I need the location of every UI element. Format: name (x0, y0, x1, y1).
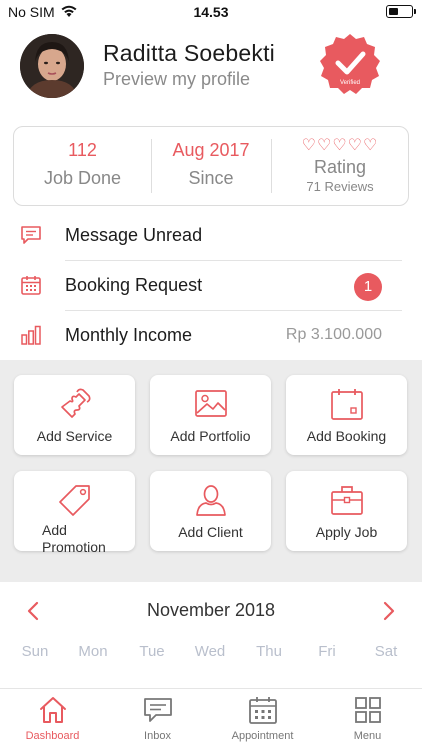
actions-grid: Add Service Add Portfolio Add Booking Ad… (0, 360, 422, 582)
calendar-icon (249, 697, 277, 724)
message-unread-label: Message Unread (65, 225, 203, 245)
grid-icon (355, 697, 381, 723)
rating-stat[interactable]: ♡♡♡♡♡ Rating 71 Reviews (271, 127, 409, 205)
add-portfolio-button[interactable]: Add Portfolio (150, 375, 271, 455)
tab-appointment[interactable]: Appointment (210, 689, 315, 750)
home-icon (40, 697, 66, 723)
add-client-button[interactable]: Add Client (150, 471, 271, 551)
weekday-mon: Mon (78, 643, 108, 660)
add-booking-button[interactable]: Add Booking (286, 375, 407, 455)
chevron-right-icon[interactable] (376, 599, 400, 623)
tab-inbox-label: Inbox (144, 730, 171, 742)
verified-badge-icon: Verified (320, 34, 380, 94)
since-label: Since (188, 168, 234, 188)
profile-name: Raditta Soebekti (103, 40, 275, 66)
add-promotion-button[interactable]: Add Promotion (14, 471, 135, 555)
monthly-income-row[interactable]: Monthly Income Rp 3.100.000 (0, 311, 422, 361)
jobs-done-stat: 112 Job Done (14, 127, 151, 205)
bottom-tab-bar: Dashboard Inbox Appointment Menu (0, 688, 422, 750)
add-promotion-label-line1: Add (42, 522, 67, 538)
calendar-icon (21, 276, 41, 295)
apply-job-button[interactable]: Apply Job (286, 471, 407, 551)
avatar[interactable] (20, 34, 84, 98)
tab-dashboard-label: Dashboard (25, 730, 80, 742)
user-icon (196, 485, 226, 516)
weekday-sat: Sat (374, 643, 398, 660)
tab-menu-label: Menu (353, 730, 382, 742)
add-booking-label: Add Booking (306, 428, 387, 444)
booking-request-badge: 1 (354, 273, 382, 301)
monthly-income-value: Rp 3.100.000 (285, 326, 382, 343)
weekday-fri: Fri (318, 643, 336, 660)
add-promotion-label: Add Promotion (42, 522, 135, 556)
tab-dashboard[interactable]: Dashboard (0, 689, 105, 750)
add-service-button[interactable]: Add Service (14, 375, 135, 455)
message-icon (21, 226, 41, 244)
since-stat: Aug 2017 Since (151, 127, 271, 205)
rating-hearts-icon: ♡♡♡♡♡ (301, 137, 379, 154)
stats-card: 112 Job Done Aug 2017 Since ♡♡♡♡♡ Rating… (13, 126, 409, 206)
add-service-label: Add Service (36, 428, 113, 444)
booking-request-label: Booking Request (65, 275, 203, 295)
booking-request-row[interactable]: Booking Request 1 (0, 261, 422, 311)
tab-menu[interactable]: Menu (315, 689, 420, 750)
tab-appointment-label: Appointment (231, 730, 294, 742)
bar-chart-icon (21, 325, 41, 345)
status-bar: No SIM 14.53 (0, 0, 422, 24)
add-portfolio-label: Add Portfolio (170, 428, 251, 444)
weekday-tue: Tue (139, 643, 165, 660)
verified-label: Verified (340, 80, 360, 86)
battery-icon (386, 5, 416, 18)
jobs-done-label: Job Done (43, 168, 122, 188)
calendar-month-title: November 2018 (146, 600, 276, 620)
tab-inbox[interactable]: Inbox (105, 689, 210, 750)
puzzle-icon (61, 388, 91, 418)
add-promotion-label-line2: Promotion (42, 539, 106, 555)
weekday-sun: Sun (21, 643, 49, 660)
tag-icon (59, 485, 90, 516)
calendar-weekdays: Sun Mon Tue Wed Thu Fri Sat (0, 643, 422, 663)
monthly-income-label: Monthly Income (65, 325, 193, 345)
briefcase-icon (331, 486, 363, 515)
jobs-done-value: 112 (68, 140, 97, 160)
rating-label: Rating (313, 157, 367, 177)
preview-profile-link[interactable]: Preview my profile (103, 69, 250, 90)
weekday-wed: Wed (194, 643, 226, 660)
clock: 14.53 (193, 4, 229, 20)
message-unread-row[interactable]: Message Unread (0, 211, 422, 261)
apply-job-label: Apply Job (315, 524, 378, 540)
calendar-header: November 2018 (0, 596, 422, 626)
since-value: Aug 2017 (172, 140, 250, 160)
profile-header[interactable]: Raditta Soebekti Preview my profile Veri… (0, 24, 422, 116)
inbox-icon (144, 698, 172, 722)
image-icon (195, 390, 227, 417)
calendar-icon (331, 389, 363, 420)
add-client-label: Add Client (178, 524, 243, 540)
reviews-count: 71 Reviews (306, 179, 374, 194)
weekday-thu: Thu (256, 643, 282, 660)
